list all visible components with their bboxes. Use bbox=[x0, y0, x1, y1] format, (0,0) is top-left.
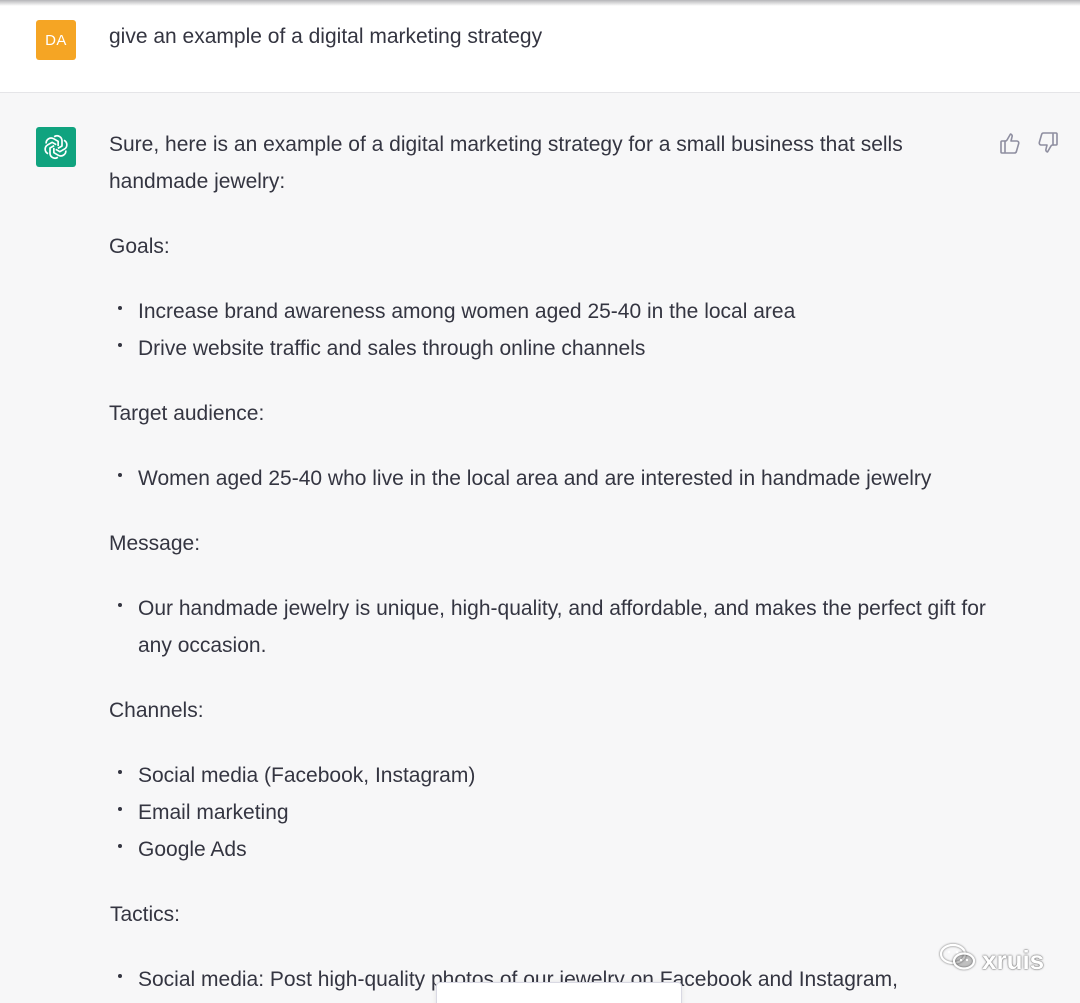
feedback-buttons bbox=[998, 131, 1060, 155]
top-edge-shadow bbox=[0, 0, 1080, 6]
list-item: Google Ads bbox=[109, 831, 989, 868]
intro-text: Sure, here is an example of a digital ma… bbox=[109, 133, 903, 193]
user-avatar: DA bbox=[36, 20, 76, 60]
user-message-text: give an example of a digital marketing s… bbox=[109, 25, 543, 48]
watermark-text: xruis bbox=[982, 945, 1045, 975]
list-item: Email marketing bbox=[109, 794, 989, 831]
channels-heading: Channels: bbox=[109, 699, 204, 722]
message-heading: Message: bbox=[109, 532, 201, 555]
assistant-message-row: Sure, here is an example of a digital ma… bbox=[0, 93, 1080, 1003]
thumbs-down-icon[interactable] bbox=[1036, 131, 1060, 155]
message-list: Our handmade jewelry is unique, high-qua… bbox=[109, 590, 989, 664]
assistant-message-content: Sure, here is an example of a digital ma… bbox=[109, 126, 989, 1003]
target-audience-heading: Target audience: bbox=[109, 402, 265, 425]
thumbs-up-icon[interactable] bbox=[998, 131, 1022, 155]
channels-list: Social media (Facebook, Instagram) Email… bbox=[109, 757, 989, 868]
target-audience-list: Women aged 25-40 who live in the local a… bbox=[109, 460, 989, 497]
goals-list: Increase brand awareness among women age… bbox=[109, 293, 989, 367]
goals-heading: Goals: bbox=[109, 235, 170, 258]
wechat-icon bbox=[938, 942, 978, 979]
openai-logo-icon bbox=[36, 127, 76, 167]
chat-page: DA give an example of a digital marketin… bbox=[0, 0, 1080, 1003]
user-message-row: DA give an example of a digital marketin… bbox=[0, 0, 1080, 93]
watermark: xruis bbox=[938, 942, 1044, 979]
regenerate-response-button[interactable] bbox=[436, 982, 682, 1003]
list-item: Women aged 25-40 who live in the local a… bbox=[109, 460, 989, 497]
list-item: Increase brand awareness among women age… bbox=[109, 293, 989, 330]
tactics-heading: Tactics: bbox=[110, 903, 181, 926]
list-item: Our handmade jewelry is unique, high-qua… bbox=[109, 590, 989, 664]
list-item: Social media (Facebook, Instagram) bbox=[109, 757, 989, 794]
list-item: Drive website traffic and sales through … bbox=[109, 330, 989, 367]
